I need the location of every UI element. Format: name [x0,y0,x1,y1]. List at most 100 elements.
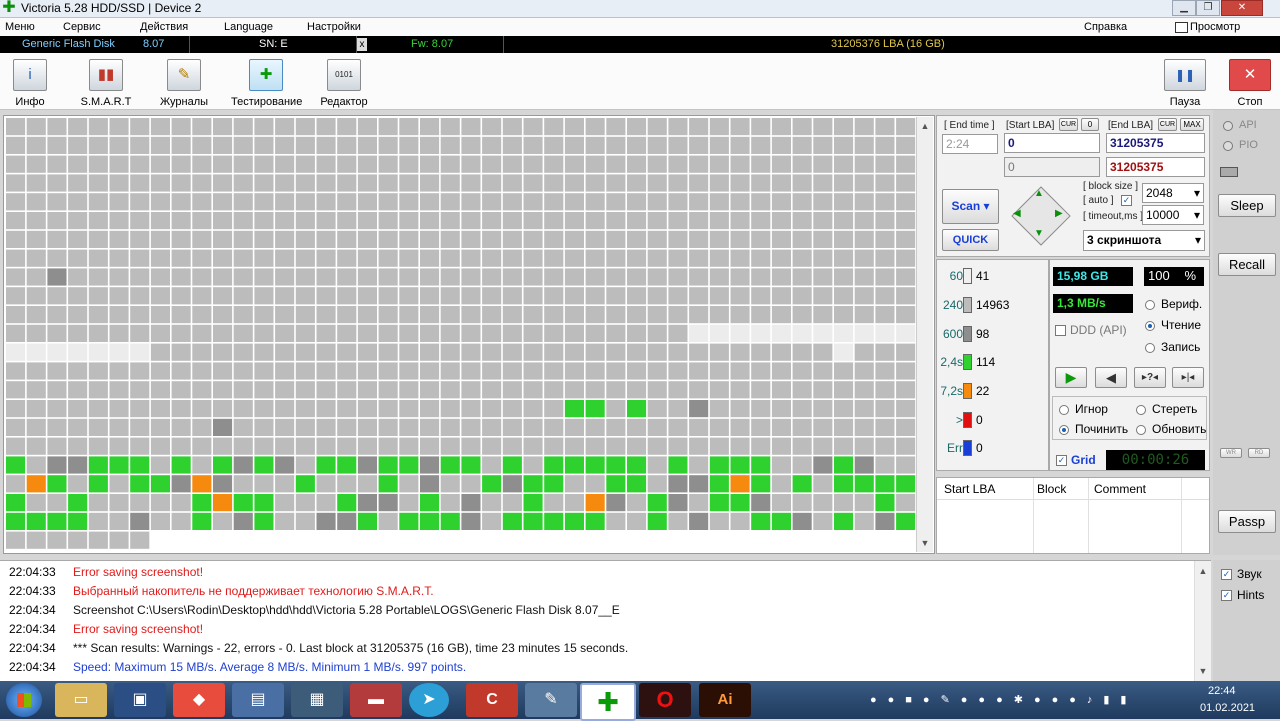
arrow-up-icon[interactable]: ▲ [1034,188,1044,199]
lba-block [606,193,626,211]
maximize-button[interactable]: ❐ [1196,0,1220,16]
start-lba-field[interactable]: 0 [1004,133,1100,153]
logs-button[interactable]: ✎ Журналы [149,57,219,108]
log-scrollbar[interactable]: ▲ ▼ [1194,561,1211,681]
grid-scrollbar[interactable]: ▲ ▼ [916,117,933,552]
lba-block [357,531,377,549]
stop-button[interactable]: ✕ Стоп [1215,57,1280,108]
editor-button[interactable]: 0101 Редактор [309,57,379,108]
remote-desktop-icon[interactable]: ▤ [232,683,284,717]
screenshot-select[interactable]: 3 скриншота ▾ [1083,230,1205,251]
lba-block [47,381,67,399]
lba-block [316,249,336,267]
anydesk-icon[interactable]: ◆ [173,683,225,717]
erase-radio[interactable] [1136,405,1146,415]
repair-radio[interactable] [1059,425,1069,435]
terminal-icon[interactable]: ▦ [291,683,343,717]
lba-block [295,362,315,380]
recall-button[interactable]: Recall [1218,253,1276,276]
testing-button[interactable]: ✚ Тестирование [231,57,302,108]
lba-block [171,362,191,380]
log-scroll-up-arrow[interactable]: ▲ [1195,563,1211,579]
play-forward-button[interactable]: ▶ [1055,367,1087,388]
grid-checkbox[interactable]: ✓ [1056,455,1067,466]
cur-end-lba-button[interactable]: CUR [1158,118,1177,131]
refresh-radio[interactable] [1136,425,1146,435]
block-size-select[interactable]: 2048 ▾ [1142,183,1204,203]
column-block[interactable]: Block [1037,482,1066,496]
lba-block [585,494,605,512]
opera-icon[interactable]: O [639,683,691,717]
sound-checkbox[interactable]: ✓ [1221,569,1232,580]
toolbox-icon[interactable]: ▬ [350,683,402,717]
lba-block [502,287,522,305]
arrow-right-icon[interactable]: ▶ [1055,208,1063,219]
illustrator-icon[interactable]: Ai [699,683,751,717]
menu-language[interactable]: Language [224,19,273,35]
timeout-select[interactable]: 10000 ▾ [1142,205,1204,225]
disk-utility-icon[interactable]: ▣ [114,683,166,717]
write-radio[interactable] [1145,343,1155,353]
scroll-down-arrow[interactable]: ▼ [917,535,933,551]
column-comment[interactable]: Comment [1094,482,1146,496]
menu-help[interactable]: Справка [1084,19,1127,35]
lba-block [337,324,357,342]
smart-button[interactable]: ▮▮ S.M.A.R.T [71,57,141,108]
scan-button[interactable]: Scan ▾ [942,189,999,224]
ccleaner-icon[interactable]: C [466,683,518,717]
info-button[interactable]: i Инфо [0,57,65,108]
clear-serial-button[interactable]: x [357,38,367,51]
lba-block [337,437,357,455]
lba-block [813,531,833,549]
random-seek-button[interactable]: ▸?◂ [1134,367,1166,388]
hints-checkbox[interactable]: ✓ [1221,590,1232,601]
telegram-icon[interactable]: ➤ [409,683,449,717]
victoria-taskbar-icon[interactable]: ✚ [580,683,636,721]
menu-service[interactable]: Сервис [63,19,101,35]
zero-lba-button[interactable]: 0 [1081,118,1099,131]
lba-block [647,362,667,380]
scroll-up-arrow[interactable]: ▲ [917,118,933,134]
ignore-radio[interactable] [1059,405,1069,415]
lba-block [337,400,357,418]
pio-radio[interactable] [1223,141,1233,151]
lba-block [606,249,626,267]
menu-actions[interactable]: Действия [140,19,188,35]
lba-block [26,343,46,361]
ddd-checkbox[interactable] [1055,325,1066,336]
api-radio[interactable] [1223,121,1233,131]
legend-count: 114 [976,355,996,369]
system-tray-icons[interactable]: ●●■●✎●●●✱●●●♪▮▮ [870,693,1180,707]
read-radio[interactable] [1145,321,1155,331]
cur-lba-button[interactable]: CUR [1059,118,1078,131]
lba-block [627,512,647,530]
column-start-lba[interactable]: Start LBA [944,482,995,496]
arrow-left-icon[interactable]: ◀ [1013,208,1021,219]
menu-main[interactable]: Меню [5,19,35,35]
tools-icon[interactable]: ✎ [525,683,577,717]
lba-block [357,475,377,493]
butterfly-button[interactable]: ▸|◂ [1172,367,1204,388]
quick-button[interactable]: QUICK [942,229,999,251]
end-lba-field[interactable]: 31205375 [1106,133,1205,153]
minimize-button[interactable]: ▁ [1172,0,1196,16]
log-scroll-down-arrow[interactable]: ▼ [1195,663,1211,679]
play-backward-button[interactable]: ◀ [1095,367,1127,388]
lba-block [585,174,605,192]
max-lba-button[interactable]: MAX [1180,118,1204,131]
pause-button[interactable]: ❚❚ Пауза [1150,57,1220,108]
explorer-icon[interactable]: ▭ [55,683,107,717]
passport-button[interactable]: Passp [1218,510,1276,533]
rd-indicator: RD [1248,448,1270,458]
sleep-button[interactable]: Sleep [1218,194,1276,217]
lba-block [813,212,833,230]
verify-radio[interactable] [1145,300,1155,310]
arrow-down-icon[interactable]: ▼ [1034,228,1044,239]
menu-settings[interactable]: Настройки [307,19,361,35]
lba-block [751,230,771,248]
end-time-field[interactable]: 2:24 [942,134,998,154]
close-window-button[interactable]: ✕ [1221,0,1263,16]
auto-checkbox[interactable]: ✓ [1121,195,1132,206]
lba-block [88,512,108,530]
start-button[interactable] [6,683,42,717]
